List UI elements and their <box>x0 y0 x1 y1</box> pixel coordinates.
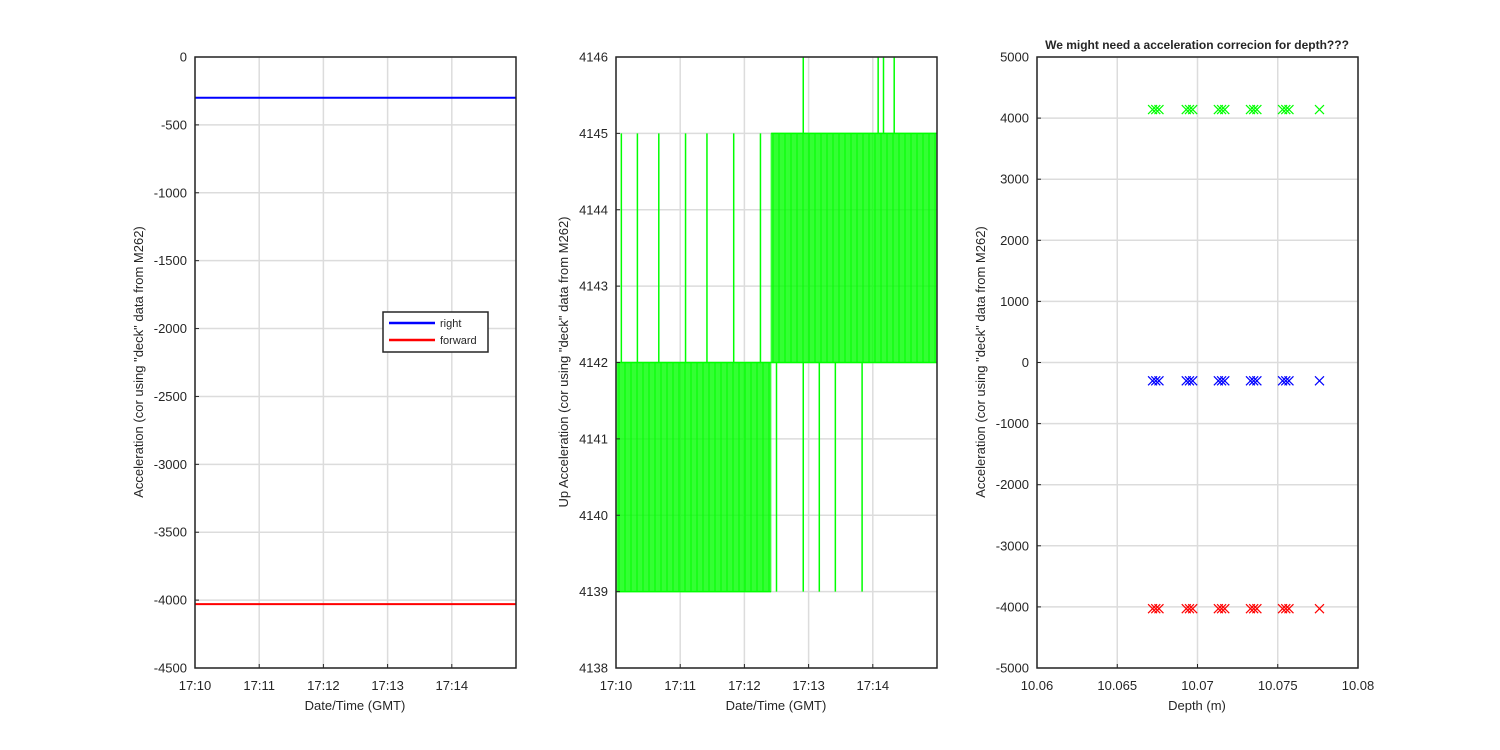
y-tick-label: -4500 <box>154 661 187 676</box>
x-tick-label: 10.075 <box>1258 678 1298 693</box>
y-tick-label: -2500 <box>154 389 187 404</box>
y-tick-label: -500 <box>161 117 187 132</box>
panel-2-xlabel: Date/Time (GMT) <box>726 698 827 713</box>
y-tick-label: 4138 <box>579 661 608 676</box>
y-tick-label: 4144 <box>579 202 608 217</box>
x-tick-label: 17:12 <box>728 678 761 693</box>
y-tick-label: -2000 <box>154 321 187 336</box>
y-tick-label: 2000 <box>1000 233 1029 248</box>
legend-label-right: right <box>440 318 461 330</box>
y-tick-label: 4141 <box>579 431 608 446</box>
y-tick-label: -2000 <box>996 477 1029 492</box>
legend-label-forward: forward <box>440 335 477 347</box>
y-tick-label: -4000 <box>154 593 187 608</box>
x-tick-label: 17:12 <box>307 678 340 693</box>
y-tick-label: -1000 <box>996 416 1029 431</box>
x-tick-label: 10.07 <box>1181 678 1214 693</box>
x-tick-label: 10.08 <box>1342 678 1375 693</box>
panel-3-ylabel: Acceleration (cor using "deck" data from… <box>973 226 988 498</box>
y-tick-label: -3000 <box>154 457 187 472</box>
y-tick-label: -3000 <box>996 538 1029 553</box>
panel-2-ylabel: Up Acceleration (cor using "deck" data f… <box>556 216 571 507</box>
y-tick-label: 5000 <box>1000 50 1029 65</box>
panel-1-ylabel: Acceleration (cor using "deck" data from… <box>131 226 146 498</box>
x-tick-label: 17:11 <box>664 678 696 693</box>
panel-3-xlabel: Depth (m) <box>1168 698 1226 713</box>
x-tick-label: 10.06 <box>1021 678 1054 693</box>
y-tick-label: 4139 <box>579 584 608 599</box>
panel-1-xlabel: Date/Time (GMT) <box>305 698 406 713</box>
x-tick-label: 17:13 <box>792 678 825 693</box>
y-tick-label: 4146 <box>579 50 608 65</box>
x-tick-label: 17:13 <box>371 678 404 693</box>
y-tick-label: -1500 <box>154 253 187 268</box>
x-tick-label: 17:11 <box>243 678 275 693</box>
y-tick-label: 0 <box>180 50 187 65</box>
x-tick-label: 17:14 <box>857 678 890 693</box>
y-tick-label: -5000 <box>996 661 1029 676</box>
x-tick-label: 17:10 <box>179 678 212 693</box>
y-tick-label: -4000 <box>996 599 1029 614</box>
x-tick-label: 17:14 <box>436 678 469 693</box>
panel-1-legend: right forward <box>382 311 489 353</box>
y-tick-label: 3000 <box>1000 172 1029 187</box>
y-tick-label: 4142 <box>579 355 608 370</box>
y-tick-label: 1000 <box>1000 294 1029 309</box>
y-tick-label: -1000 <box>154 185 187 200</box>
figure: 17:10 17:11 17:12 17:13 17:14 0 -500 -1000 -1500… <box>0 0 1500 750</box>
y-tick-label: 4145 <box>579 126 608 141</box>
y-tick-label: 0 <box>1022 355 1029 370</box>
y-tick-label: 4140 <box>579 508 608 523</box>
y-tick-label: 4143 <box>579 279 608 294</box>
y-tick-label: -3500 <box>154 525 187 540</box>
panel-3-title: We might need a acceleration correcion f… <box>1045 38 1349 52</box>
y-tick-label: 4000 <box>1000 111 1029 126</box>
x-tick-label: 10.065 <box>1097 678 1137 693</box>
x-tick-label: 17:10 <box>600 678 633 693</box>
